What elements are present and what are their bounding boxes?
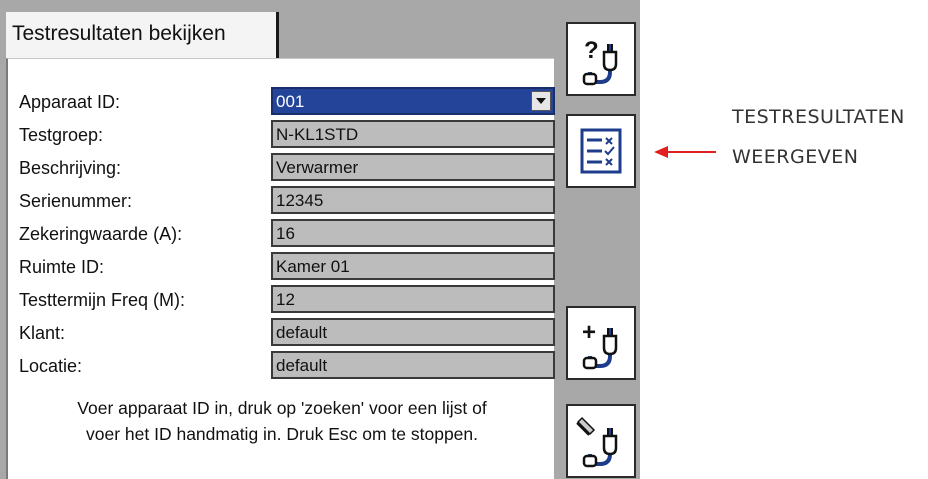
locatie-label: Locatie: (19, 356, 83, 376)
apparaat-id-value: 001 (276, 92, 305, 111)
serienummer-field[interactable]: 12345 (271, 186, 555, 214)
form-row-zekeringwaarde: Zekeringwaarde (A): 16 (8, 219, 556, 249)
add-appliance-button[interactable]: + (566, 306, 636, 380)
form-row-locatie: Locatie: default (8, 351, 556, 381)
form-row-testgroep: Testgroep: N-KL1STD (8, 120, 556, 150)
apparaat-id-select[interactable]: 001 (271, 87, 555, 115)
tab-testresultaten-bekijken[interactable]: Testresultaten bekijken (6, 12, 279, 58)
klant-label: Klant: (19, 323, 66, 343)
instruction-line-2: voer het ID handmatig in. Druk Esc om te… (86, 424, 478, 444)
beschrijving-field[interactable]: Verwarmer (271, 153, 555, 181)
testtermijn-label: Testtermijn Freq (M): (19, 290, 186, 310)
zekeringwaarde-label: Zekeringwaarde (A): (19, 224, 183, 244)
form-row-apparaat-id: Apparaat ID: 001 (8, 87, 556, 117)
appliance-form-panel: Apparaat ID: 001 Testgroep: N-KL1STD Bes… (6, 58, 556, 479)
apparaat-id-label: Apparaat ID: (19, 92, 121, 112)
serienummer-label: Serienummer: (19, 191, 133, 211)
annotation-line-2: WEERGEVEN (732, 146, 859, 168)
form-row-klant: Klant: default (8, 318, 556, 348)
view-test-results-button[interactable] (566, 114, 636, 188)
dropdown-arrow-icon[interactable] (531, 91, 551, 111)
instruction-text: Voer apparaat ID in, druk op 'zoeken' vo… (8, 395, 556, 447)
instruction-line-1: Voer apparaat ID in, druk op 'zoeken' vo… (77, 398, 487, 418)
testtermijn-field[interactable]: 12 (271, 285, 555, 313)
svg-text:+: + (582, 319, 596, 346)
red-arrow-icon (654, 146, 716, 158)
zekeringwaarde-field[interactable]: 16 (271, 219, 555, 247)
testgroep-field[interactable]: N-KL1STD (271, 120, 555, 148)
device-screen: Testresultaten bekijken Apparaat ID: 001… (0, 0, 640, 479)
help-appliance-button[interactable]: ? (566, 22, 636, 96)
form-row-serienummer: Serienummer: 12345 (8, 186, 556, 216)
beschrijving-label: Beschrijving: (19, 158, 122, 178)
testgroep-label: Testgroep: (19, 125, 104, 145)
edit-appliance-button[interactable] (566, 404, 636, 478)
ruimte-id-label: Ruimte ID: (19, 257, 105, 277)
form-row-testtermijn: Testtermijn Freq (M): 12 (8, 285, 556, 315)
form-row-ruimte-id: Ruimte ID: Kamer 01 (8, 252, 556, 282)
klant-field[interactable]: default (271, 318, 555, 346)
ruimte-id-field[interactable]: Kamer 01 (271, 252, 555, 280)
svg-text:?: ? (584, 37, 599, 64)
annotation-line-1: TESTRESULTATEN (732, 106, 905, 128)
tab-label: Testresultaten bekijken (12, 22, 226, 45)
locatie-field[interactable]: default (271, 351, 555, 379)
form-row-beschrijving: Beschrijving: Verwarmer (8, 153, 556, 183)
